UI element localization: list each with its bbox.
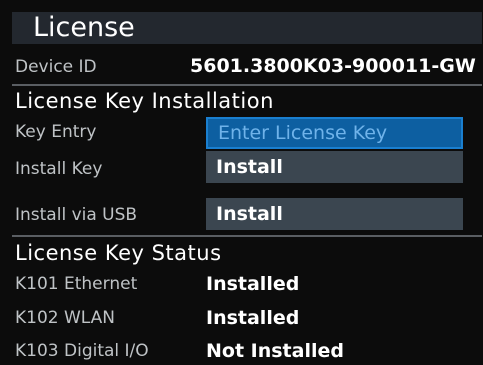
license-key-input[interactable]: Enter License Key	[206, 117, 463, 149]
install-key-label: Install Key	[15, 159, 103, 179]
install-key-button[interactable]: Install	[206, 151, 463, 183]
status-k103-value: Not Installed	[206, 340, 344, 362]
install-usb-label: Install via USB	[15, 205, 138, 225]
device-id-value: 5601.3800K03-900011-GW	[190, 55, 476, 77]
title-bar: License	[12, 12, 482, 44]
section-title-installation: License Key Installation	[15, 89, 274, 113]
install-key-button-label: Install	[216, 156, 283, 178]
status-k101-value: Installed	[206, 273, 300, 295]
section-title-status: License Key Status	[15, 241, 222, 265]
license-key-placeholder: Enter License Key	[218, 122, 388, 144]
section-divider-status	[12, 235, 482, 237]
section-divider-installation	[12, 84, 482, 86]
status-k101-label: K101 Ethernet	[15, 274, 138, 294]
status-k103-label: K103 Digital I/O	[15, 341, 149, 361]
install-usb-button-label: Install	[216, 203, 283, 225]
status-k102-value: Installed	[206, 307, 300, 329]
status-k102-label: K102 WLAN	[15, 308, 116, 328]
key-entry-label: Key Entry	[15, 122, 97, 142]
install-usb-button[interactable]: Install	[206, 198, 463, 230]
page-title: License	[33, 12, 135, 43]
device-id-label: Device ID	[15, 57, 97, 77]
license-screen: License Device ID 5601.3800K03-900011-GW…	[0, 0, 483, 365]
